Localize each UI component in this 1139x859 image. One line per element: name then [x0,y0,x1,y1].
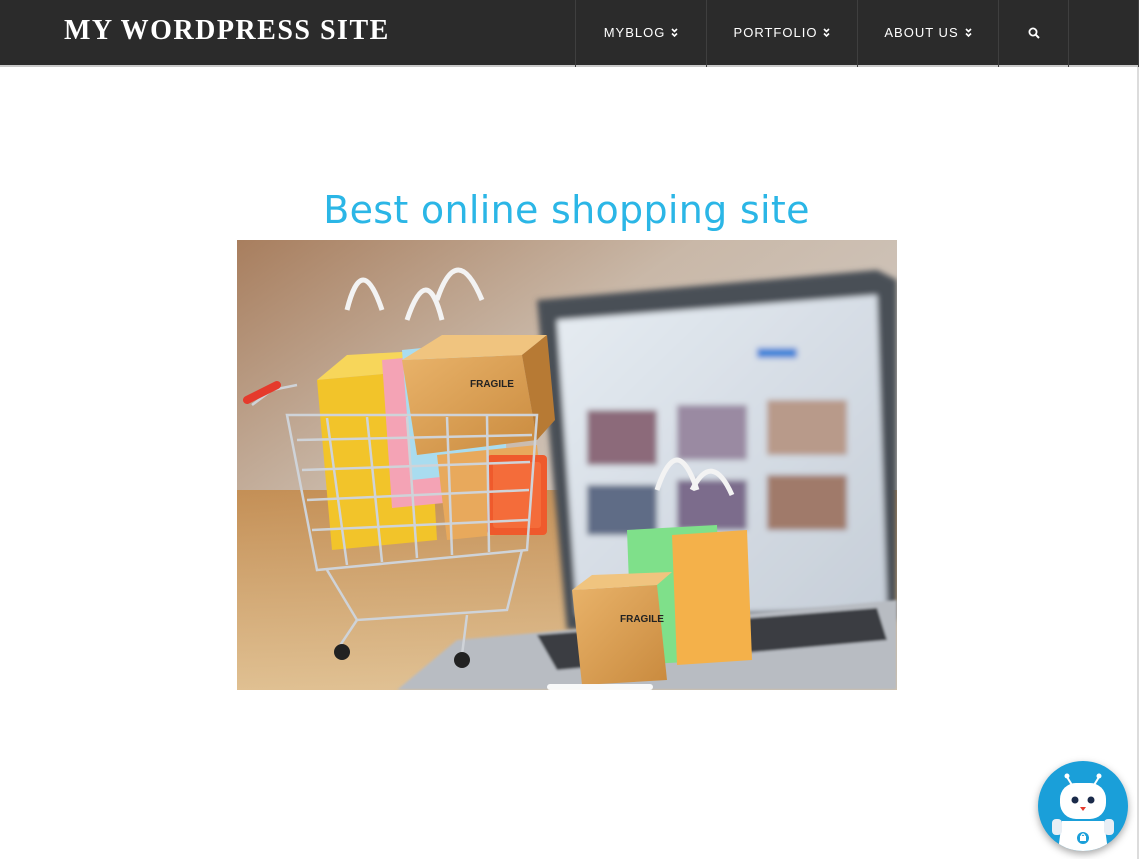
cardboard-box-small: FRAGILE [572,572,672,685]
fragile-label: FRAGILE [470,379,514,390]
nav-item-about-us[interactable]: ABOUT US [858,0,999,67]
slider-indicator[interactable] [547,684,653,690]
chatbot-button[interactable] [1038,761,1128,851]
site-title[interactable]: MY WORDPRESS SITE [64,14,390,48]
nav-item-label: MYBLOG [603,25,666,40]
search-icon [1028,27,1040,39]
nav-item-portfolio[interactable]: PORTFOLIO [707,0,858,67]
search-button[interactable] [999,0,1069,67]
nav-item-myblog[interactable]: MYBLOG [576,0,707,67]
nav-spacer [1069,0,1139,67]
fragile-label: FRAGILE [620,614,664,625]
nav-item-label: PORTFOLIO [733,25,818,40]
shopping-cart-image: FRAGILE FRAGILE [237,240,897,690]
double-chevron-down-icon [965,27,972,37]
nav-item-label: ABOUT US [884,25,959,40]
robot-icon [1052,773,1114,851]
double-chevron-down-icon [671,27,678,37]
featured-image: FRAGILE FRAGILE [237,240,897,690]
double-chevron-down-icon [823,27,831,37]
page-title: Best online shopping site [323,188,810,232]
main-navigation: MYBLOG PORTFOLIO ABOUT US [575,0,1139,67]
site-header: MY WORDPRESS SITE MYBLOG PORTFOLIO ABOUT… [0,0,1139,67]
